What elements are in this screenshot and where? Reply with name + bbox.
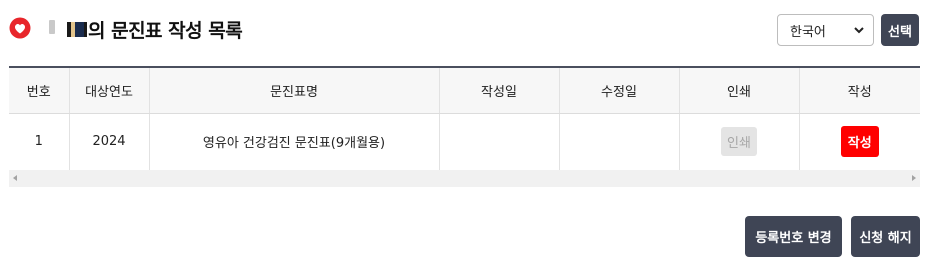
column-header-write: 작성 [799,67,920,114]
cell-questionnaire-name: 영유아 건강검진 문진표(9개월용) [149,113,440,171]
horizontal-scrollbar[interactable] [9,170,920,187]
divider-mark [49,20,55,34]
table-row: 1 2024 영유아 건강검진 문진표(9개월용) 인쇄 작성 [9,113,920,171]
cell-write: 작성 [799,113,920,171]
column-header-print: 인쇄 [679,67,800,114]
change-registration-number-button[interactable]: 등록번호 변경 [745,216,842,257]
cell-year: 2024 [69,113,150,171]
column-header-number: 번호 [9,67,70,114]
masked-user-name [67,21,87,37]
column-header-created-date: 작성일 [439,67,560,114]
cell-created-date [439,113,560,171]
cancel-application-button[interactable]: 신청 해지 [851,216,920,257]
column-header-modified-date: 수정일 [559,67,680,114]
page-title: 의 문진표 작성 목록 [67,16,243,42]
heart-chat-logo-icon [9,17,31,39]
table-header-row: 번호 대상연도 문진표명 작성일 수정일 인쇄 작성 [9,67,920,114]
column-header-questionnaire-name: 문진표명 [149,67,440,114]
column-header-year: 대상연도 [69,67,150,114]
print-button[interactable]: 인쇄 [721,127,757,156]
cell-modified-date [559,113,680,171]
scroll-left-arrow-icon[interactable] [13,175,17,181]
cell-number: 1 [9,113,70,171]
questionnaire-table: 번호 대상연도 문진표명 작성일 수정일 인쇄 작성 1 2024 영유아 건강… [9,66,920,171]
page-title-text: 의 문진표 작성 목록 [88,19,243,42]
language-select-value: 한국어 [790,24,826,40]
language-confirm-button[interactable]: 선택 [881,14,919,46]
scroll-right-arrow-icon[interactable] [912,175,916,181]
chevron-down-icon [854,27,864,34]
language-select[interactable]: 한국어 [777,14,874,46]
page-header: 의 문진표 작성 목록 한국어 선택 [0,0,932,62]
write-button[interactable]: 작성 [840,126,879,157]
cell-print: 인쇄 [679,113,800,171]
questionnaire-table-container: 번호 대상연도 문진표명 작성일 수정일 인쇄 작성 1 2024 영유아 건강… [9,66,920,187]
